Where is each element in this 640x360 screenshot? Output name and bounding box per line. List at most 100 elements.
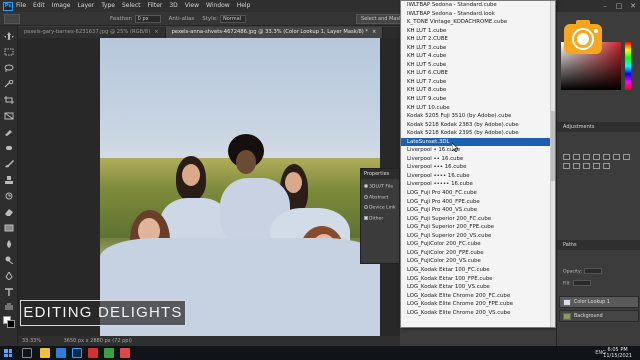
type-tool-icon[interactable]: [4, 288, 14, 296]
menu-type[interactable]: Type: [101, 0, 115, 12]
marquee-tool-preset[interactable]: [4, 13, 20, 24]
app-icon[interactable]: [88, 348, 98, 358]
lut-option[interactable]: KH LUT 2.CUBE: [401, 35, 555, 44]
frame-tool-icon[interactable]: [4, 112, 14, 120]
menu-help[interactable]: Help: [237, 0, 251, 12]
maximize-icon[interactable]: □: [612, 0, 626, 12]
lut-option[interactable]: LOG_Fuji Superior 200_VS.cube: [401, 232, 555, 241]
hue-saturation-icon[interactable]: [613, 154, 620, 160]
lut-option[interactable]: Liverpool • 16.cube: [401, 146, 555, 155]
photo-filter-icon[interactable]: [573, 163, 580, 169]
lut-option[interactable]: Kodak 5218 Kodak 2383 (by Adobe).cube: [401, 121, 555, 130]
menu-view[interactable]: View: [185, 0, 199, 12]
lut-option[interactable]: LOG_Fuji Pro 400_FPE.cube: [401, 198, 555, 207]
edge-icon[interactable]: [56, 348, 66, 358]
lut-option[interactable]: LOG_Fuji Pro 400_FC.cube: [401, 189, 555, 198]
eyedropper-tool-icon[interactable]: [4, 128, 14, 136]
lut-option[interactable]: Kodak 5218 Kodak 2395 (by Adobe).cube: [401, 129, 555, 138]
lut-option[interactable]: LOG_FujiColor 200_FC.cube: [401, 240, 555, 249]
lut-option[interactable]: Liverpool •••• 16.cube: [401, 172, 555, 181]
dropdown-scrollbar[interactable]: [550, 1, 555, 327]
history-brush-tool-icon[interactable]: [4, 192, 14, 200]
taskbar-clock[interactable]: 6:05 PM 11/15/2021: [603, 347, 632, 359]
blur-tool-icon[interactable]: [4, 240, 14, 248]
color-lookup-icon[interactable]: [593, 163, 600, 169]
lut-option[interactable]: Kodak 5205 Fuji 3510 (by Adobe).cube: [401, 112, 555, 121]
opacity-control[interactable]: Opacity:: [563, 268, 602, 275]
lut-option[interactable]: KH LUT 10.cube: [401, 104, 555, 113]
lut-option[interactable]: IWLTBAP Sedona - Standard.look: [401, 10, 555, 19]
menu-layer[interactable]: Layer: [77, 0, 94, 12]
photoshop-taskbar-icon[interactable]: [72, 348, 82, 358]
lut-option[interactable]: KH LUT 7.cube: [401, 78, 555, 87]
brush-tool-icon[interactable]: [4, 160, 14, 168]
lut-option[interactable]: LOG_Fuji Pro 400_VS.cube: [401, 206, 555, 215]
lut-option[interactable]: LateSunset.3DL: [401, 137, 555, 147]
scrollbar-thumb[interactable]: [551, 111, 555, 181]
menu-file[interactable]: File: [16, 0, 26, 12]
lut-option[interactable]: LOG_FujiColor 200_VS.cube: [401, 257, 555, 266]
move-tool-icon[interactable]: [4, 32, 14, 40]
lut-option[interactable]: KH LUT 4.cube: [401, 52, 555, 61]
channel-mixer-icon[interactable]: [583, 163, 590, 169]
lut-option[interactable]: KH LUT 5.cube: [401, 61, 555, 70]
lut-option[interactable]: LOG_Kodak Ektar 100_FPE.cube: [401, 275, 555, 284]
hand-tool-icon[interactable]: [4, 302, 14, 310]
lut-option[interactable]: LOG_Fuji Superior 200_FC.cube: [401, 215, 555, 224]
paths-title[interactable]: Paths: [557, 240, 640, 250]
radio-device-link[interactable]: Device Link: [361, 205, 399, 211]
minimize-icon[interactable]: –: [598, 0, 612, 12]
lut-option[interactable]: LOG_Fuji Superior 200_FPE.cube: [401, 223, 555, 232]
opacity-input[interactable]: [583, 268, 602, 274]
marquee-tool-icon[interactable]: [4, 48, 14, 56]
color-balance-icon[interactable]: [623, 154, 630, 160]
close-icon[interactable]: ✕: [626, 0, 640, 12]
lut-option[interactable]: KH LUT 8.cube: [401, 86, 555, 95]
dither-checkbox[interactable]: Dither: [361, 215, 399, 221]
lut-option[interactable]: KH LUT 1.cube: [401, 27, 555, 36]
layer-color-lookup[interactable]: Color Lookup 1: [559, 296, 639, 308]
lasso-tool-icon[interactable]: [4, 64, 14, 72]
file-explorer-icon[interactable]: [40, 348, 50, 358]
menu-3d[interactable]: 3D: [169, 0, 177, 12]
healing-brush-tool-icon[interactable]: [4, 144, 14, 152]
antialias-checkbox[interactable]: Anti-alias: [169, 16, 195, 22]
app-icon[interactable]: [104, 348, 114, 358]
lut-option[interactable]: K_TONE Vintage_KODACHROME.cube: [401, 18, 555, 27]
search-icon[interactable]: [22, 348, 32, 358]
lut-option[interactable]: LOG_Kodak Ektar 100_VS.cube: [401, 283, 555, 292]
lut-option[interactable]: LOG_Kodak Elite Chrome 200_FC.cube: [401, 292, 555, 301]
lut-option[interactable]: Liverpool •• 16.cube: [401, 155, 555, 164]
pen-tool-icon[interactable]: [4, 272, 14, 280]
fill-control[interactable]: Fill:: [563, 280, 591, 287]
exposure-icon[interactable]: [593, 154, 600, 160]
menu-filter[interactable]: Filter: [148, 0, 163, 12]
dodge-tool-icon[interactable]: [4, 256, 14, 264]
lut-option[interactable]: LOG_FujiColor 200_FPE.cube: [401, 249, 555, 258]
fill-input[interactable]: [572, 280, 591, 286]
layer-background[interactable]: Background: [559, 310, 639, 322]
lut-dropdown-list[interactable]: IWLTBAP Sedona - Standard.cube IWLTBAP Se…: [400, 0, 556, 328]
lut-option[interactable]: IWLTBAP Sedona - Standard.cube: [401, 1, 555, 10]
close-tab-icon[interactable]: ×: [372, 29, 376, 35]
lut-option[interactable]: KH LUT 9.cube: [401, 95, 555, 104]
levels-icon[interactable]: [573, 154, 580, 160]
document-canvas[interactable]: [18, 38, 400, 336]
adjustments-title[interactable]: Adjustments: [557, 122, 640, 132]
quick-select-tool-icon[interactable]: [4, 80, 14, 88]
lut-option[interactable]: Liverpool ••• 16.cube: [401, 163, 555, 172]
lut-option[interactable]: LOG_Kodak Elite Chrome 200_FPE.cube: [401, 300, 555, 309]
menu-image[interactable]: Image: [52, 0, 71, 12]
app-icon[interactable]: [120, 348, 130, 358]
menu-window[interactable]: Window: [206, 0, 230, 12]
style-select[interactable]: Normal: [219, 14, 246, 23]
eraser-tool-icon[interactable]: [4, 208, 14, 216]
brightness-contrast-icon[interactable]: [563, 154, 570, 160]
hue-slider[interactable]: [625, 42, 631, 90]
lut-option[interactable]: KH LUT 3.cube: [401, 44, 555, 53]
menu-select[interactable]: Select: [122, 0, 141, 12]
gradient-tool-icon[interactable]: [4, 224, 14, 232]
invert-icon[interactable]: [603, 163, 610, 169]
windows-start-icon[interactable]: [4, 349, 12, 357]
lut-option[interactable]: Liverpool ••••• 16.cube: [401, 180, 555, 189]
